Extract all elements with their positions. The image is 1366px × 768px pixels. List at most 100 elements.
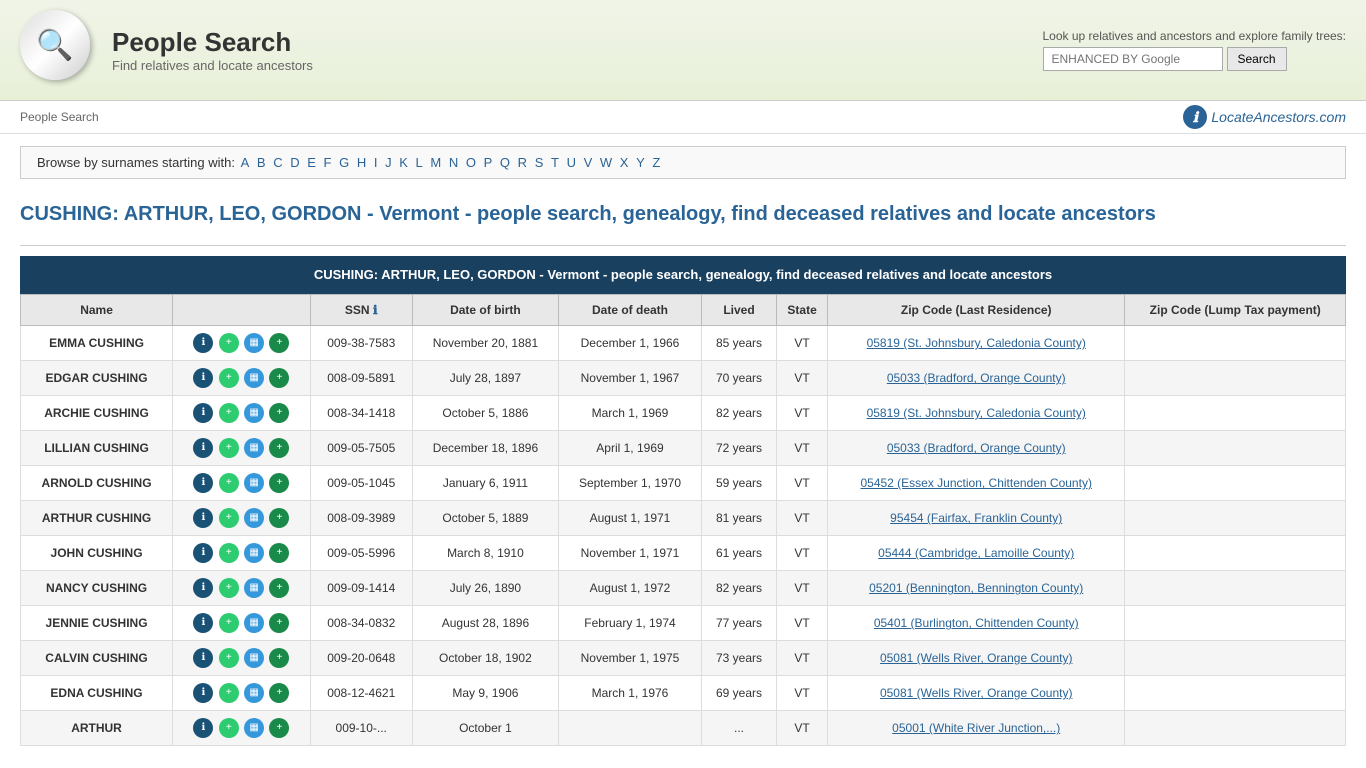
add-icon[interactable]: + [219,578,239,598]
cell-icons[interactable]: ℹ + ▦ + [173,396,311,431]
cell-zip[interactable]: 05444 (Cambridge, Lamoille County) [827,536,1125,571]
alphabet-letter-k[interactable]: K [399,155,408,170]
cell-zip[interactable]: 05819 (St. Johnsbury, Caledonia County) [827,396,1125,431]
cell-icons[interactable]: ℹ + ▦ + [173,466,311,501]
add-icon[interactable]: + [219,613,239,633]
plus-icon[interactable]: + [269,613,289,633]
zip-link[interactable]: 05452 (Essex Junction, Chittenden County… [860,476,1091,490]
add-icon[interactable]: + [219,403,239,423]
cell-zip[interactable]: 05001 (White River Junction,...) [827,711,1125,746]
grid-icon[interactable]: ▦ [244,403,264,423]
alphabet-links[interactable]: A B C D E F G H I J K L M N O P Q R S T … [239,155,663,170]
cell-zip[interactable]: 05452 (Essex Junction, Chittenden County… [827,466,1125,501]
google-search-input[interactable] [1043,47,1223,71]
add-icon[interactable]: + [219,508,239,528]
alphabet-letter-c[interactable]: C [273,155,282,170]
info-icon[interactable]: ℹ [193,683,213,703]
cell-icons[interactable]: ℹ + ▦ + [173,536,311,571]
cell-icons[interactable]: ℹ + ▦ + [173,711,311,746]
cell-icons[interactable]: ℹ + ▦ + [173,431,311,466]
alphabet-letter-q[interactable]: Q [500,155,510,170]
alphabet-letter-z[interactable]: Z [652,155,660,170]
grid-icon[interactable]: ▦ [244,473,264,493]
alphabet-letter-b[interactable]: B [257,155,266,170]
add-icon[interactable]: + [219,543,239,563]
zip-link[interactable]: 05081 (Wells River, Orange County) [880,686,1073,700]
cell-zip[interactable]: 05401 (Burlington, Chittenden County) [827,606,1125,641]
alphabet-letter-x[interactable]: X [620,155,629,170]
alphabet-letter-f[interactable]: F [324,155,332,170]
alphabet-letter-o[interactable]: O [466,155,476,170]
cell-zip[interactable]: 05819 (St. Johnsbury, Caledonia County) [827,326,1125,361]
alphabet-letter-u[interactable]: U [567,155,576,170]
alphabet-letter-g[interactable]: G [339,155,349,170]
cell-icons[interactable]: ℹ + ▦ + [173,641,311,676]
zip-link[interactable]: 05033 (Bradford, Orange County) [887,441,1066,455]
zip-link[interactable]: 05081 (Wells River, Orange County) [880,651,1073,665]
alphabet-letter-h[interactable]: H [357,155,366,170]
grid-icon[interactable]: ▦ [244,613,264,633]
plus-icon[interactable]: + [269,543,289,563]
plus-icon[interactable]: + [269,473,289,493]
cell-icons[interactable]: ℹ + ▦ + [173,326,311,361]
alphabet-letter-a[interactable]: A [241,155,250,170]
plus-icon[interactable]: + [269,438,289,458]
alphabet-letter-l[interactable]: L [416,155,423,170]
add-icon[interactable]: + [219,683,239,703]
grid-icon[interactable]: ▦ [244,718,264,738]
zip-link[interactable]: 05001 (White River Junction,...) [892,721,1060,735]
info-icon[interactable]: ℹ [193,718,213,738]
alphabet-letter-j[interactable]: J [385,155,392,170]
plus-icon[interactable]: + [269,683,289,703]
ssn-info-icon[interactable]: ℹ [373,303,378,317]
top-search-bar[interactable]: Search [1043,47,1347,71]
grid-icon[interactable]: ▦ [244,578,264,598]
plus-icon[interactable]: + [269,648,289,668]
grid-icon[interactable]: ▦ [244,648,264,668]
info-icon[interactable]: ℹ [193,648,213,668]
grid-icon[interactable]: ▦ [244,683,264,703]
alphabet-letter-d[interactable]: D [290,155,299,170]
grid-icon[interactable]: ▦ [244,508,264,528]
plus-icon[interactable]: + [269,368,289,388]
add-icon[interactable]: + [219,473,239,493]
grid-icon[interactable]: ▦ [244,368,264,388]
info-icon[interactable]: ℹ [193,578,213,598]
zip-link[interactable]: 05401 (Burlington, Chittenden County) [874,616,1079,630]
alphabet-letter-r[interactable]: R [518,155,527,170]
alphabet-letter-n[interactable]: N [449,155,458,170]
info-icon[interactable]: ℹ [193,333,213,353]
plus-icon[interactable]: + [269,578,289,598]
cell-zip[interactable]: 05081 (Wells River, Orange County) [827,676,1125,711]
add-icon[interactable]: + [219,648,239,668]
cell-zip[interactable]: 05033 (Bradford, Orange County) [827,431,1125,466]
alphabet-letter-e[interactable]: E [307,155,316,170]
cell-icons[interactable]: ℹ + ▦ + [173,606,311,641]
info-icon[interactable]: ℹ [193,473,213,493]
grid-icon[interactable]: ▦ [244,543,264,563]
alphabet-letter-t[interactable]: T [551,155,559,170]
cell-zip[interactable]: 05081 (Wells River, Orange County) [827,641,1125,676]
add-icon[interactable]: + [219,718,239,738]
add-icon[interactable]: + [219,333,239,353]
info-icon[interactable]: ℹ [193,368,213,388]
add-icon[interactable]: + [219,368,239,388]
add-icon[interactable]: + [219,438,239,458]
info-icon[interactable]: ℹ [193,543,213,563]
alphabet-letter-i[interactable]: I [374,155,378,170]
alphabet-letter-m[interactable]: M [430,155,441,170]
cell-icons[interactable]: ℹ + ▦ + [173,361,311,396]
cell-icons[interactable]: ℹ + ▦ + [173,676,311,711]
cell-zip[interactable]: 05201 (Bennington, Bennington County) [827,571,1125,606]
info-icon[interactable]: ℹ [193,438,213,458]
alphabet-letter-w[interactable]: W [600,155,612,170]
zip-link[interactable]: 05444 (Cambridge, Lamoille County) [878,546,1074,560]
info-icon[interactable]: ℹ [193,508,213,528]
alphabet-letter-s[interactable]: S [535,155,544,170]
grid-icon[interactable]: ▦ [244,333,264,353]
cell-zip[interactable]: 05033 (Bradford, Orange County) [827,361,1125,396]
alphabet-letter-v[interactable]: V [584,155,593,170]
grid-icon[interactable]: ▦ [244,438,264,458]
alphabet-letter-y[interactable]: Y [636,155,645,170]
plus-icon[interactable]: + [269,403,289,423]
